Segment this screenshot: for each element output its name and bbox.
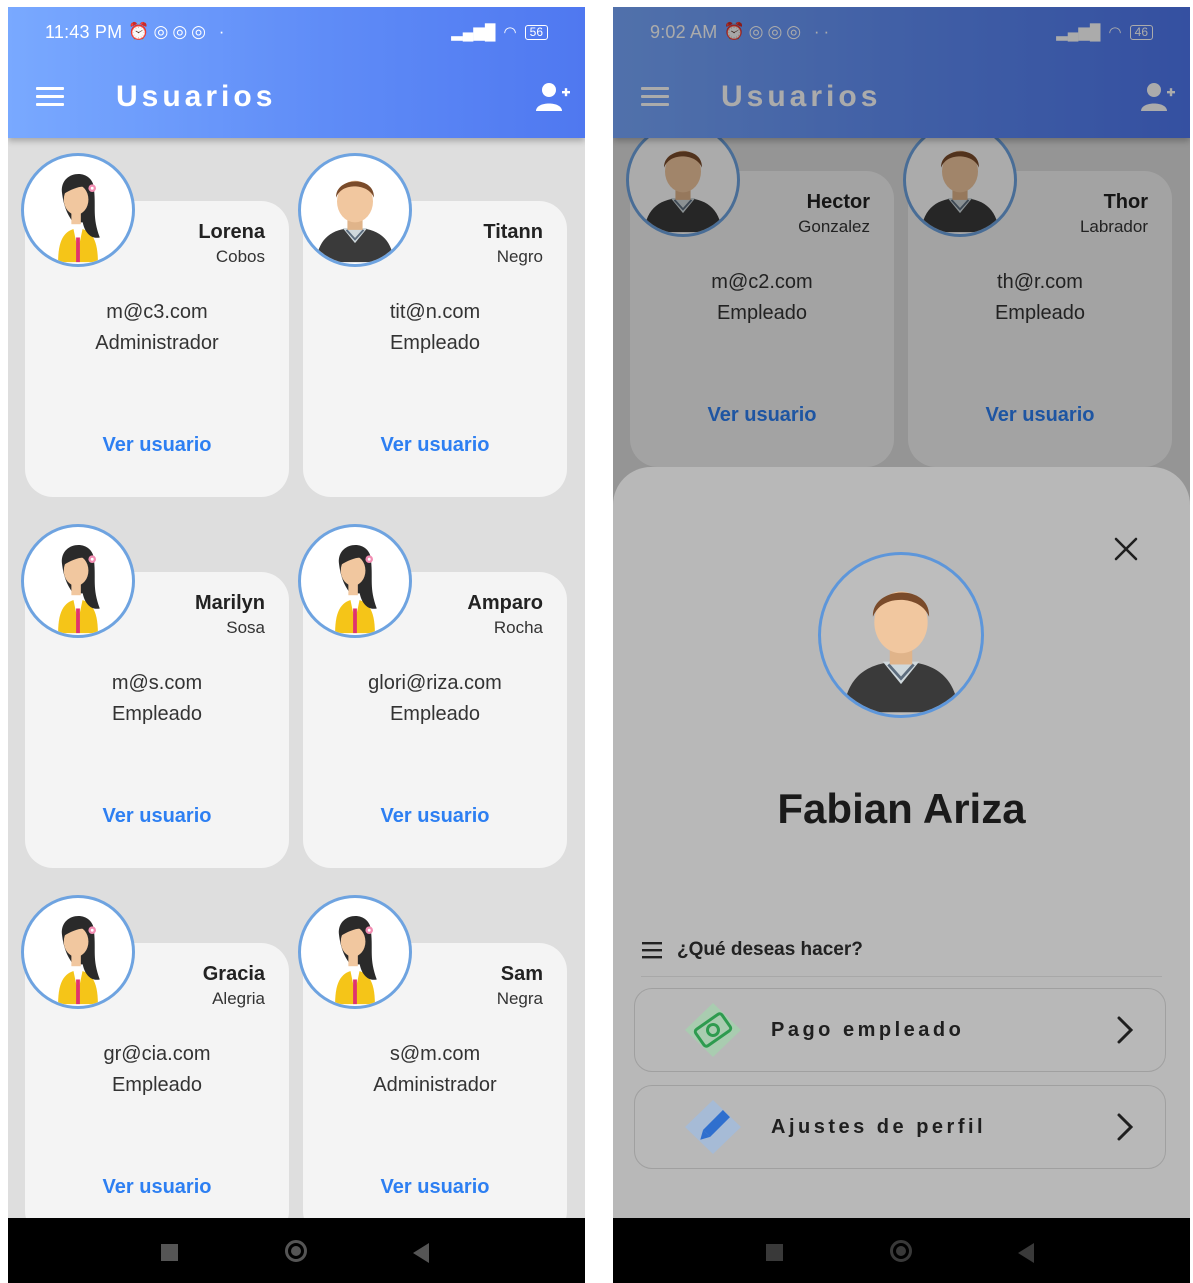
chevron-right-icon [1117,1016,1134,1044]
pay-employee-label: Pago empleado [771,1019,965,1041]
phone-screen-right: Usuarios 9:02 AM ⏰◎◎◎ ·· ▂▄▆█ ◠ 46 Hecto… [613,7,1190,1283]
male-avatar-icon [298,153,412,267]
view-user-link[interactable]: Ver usuario [303,434,567,457]
user-first-name: Sam [500,963,543,985]
user-email: gr@cia.com [103,1043,211,1065]
user-last-name: Negra [496,989,543,1008]
status-bar: 11:43 PM ⏰◎◎◎ · ▂▄▆█ ◠ 56 [8,7,585,57]
pencil-icon [685,1100,741,1154]
user-full-name: Fabian Ariza [777,785,1026,832]
user-role: Empleado [389,703,481,725]
signal-icon: ▂▄▆█ [451,24,496,41]
user-first-name: Lorena [198,221,265,243]
user-email: m@s.com [111,672,203,694]
user-last-name: Rocha [493,618,543,637]
battery-indicator: 56 [524,24,548,40]
pay-employee-button[interactable]: Pago empleado [634,988,1166,1072]
view-user-link[interactable]: Ver usuario [303,805,567,828]
female-avatar-icon [21,895,135,1009]
profile-settings-button[interactable]: Ajustes de perfil [634,1085,1166,1169]
money-icon [685,1003,741,1057]
view-user-link[interactable]: Ver usuario [25,434,289,457]
phone-screen-left: Usuarios 11:43 PM ⏰◎◎◎ · ▂▄▆█ ◠ 56 Loren… [8,7,585,1283]
user-role: Empleado [111,703,203,725]
back-icon[interactable] [413,1243,429,1263]
notification-icons: ⏰◎◎◎ · [128,22,229,41]
user-role: Administrador [95,332,219,354]
view-user-link[interactable]: Ver usuario [25,805,289,828]
profile-settings-label: Ajustes de perfil [771,1116,987,1138]
user-email: m@c3.com [106,301,208,323]
male-avatar-icon [818,552,984,718]
user-role: Empleado [389,332,481,354]
female-avatar-icon [21,153,135,267]
user-role: Empleado [111,1074,203,1096]
list-icon [642,942,662,959]
wifi-icon: ◠ [503,24,517,41]
home-icon[interactable] [285,1240,307,1262]
close-icon[interactable] [1112,535,1140,563]
actions-heading: ¿Qué deseas hacer? [641,939,863,961]
female-avatar-icon [298,524,412,638]
user-first-name: Marilyn [194,592,265,614]
add-user-icon[interactable] [535,81,571,113]
user-email: s@m.com [389,1043,481,1065]
user-first-name: Gracia [202,963,265,985]
user-first-name: Titann [483,221,543,243]
view-user-link[interactable]: Ver usuario [303,1176,567,1199]
female-avatar-icon [21,524,135,638]
status-time: 11:43 PM [45,21,123,42]
divider [641,976,1162,977]
user-last-name: Negro [496,247,543,266]
view-user-link[interactable]: Ver usuario [25,1176,289,1199]
user-email: tit@n.com [389,301,481,323]
user-last-name: Alegria [212,989,265,1008]
recents-icon[interactable] [161,1244,178,1261]
user-last-name: Sosa [226,618,265,637]
system-nav-bar [8,1218,585,1283]
user-role: Administrador [373,1074,497,1096]
menu-icon[interactable] [36,87,64,107]
user-last-name: Cobos [215,247,265,266]
user-first-name: Amparo [467,592,543,614]
status-right: ▂▄▆█ ◠ 56 [451,23,548,41]
user-bottom-sheet: Fabian Ariza ¿Qué deseas hacer? Pago emp… [613,467,1190,1218]
female-avatar-icon [298,895,412,1009]
page-title: Usuarios [116,80,277,113]
chevron-right-icon [1117,1113,1134,1141]
user-email: glori@riza.com [368,672,502,694]
actions-heading-text: ¿Qué deseas hacer? [677,939,863,960]
